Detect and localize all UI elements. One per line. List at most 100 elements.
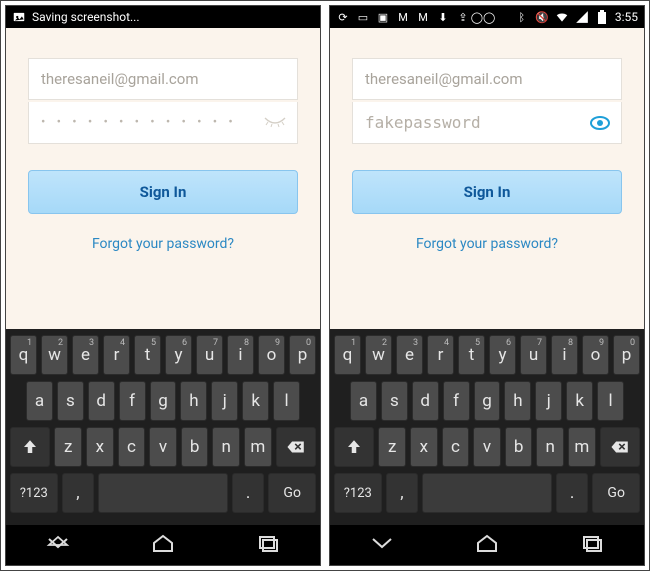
android-nav-bar [330,525,644,565]
sign-in-button[interactable]: Sign In [28,170,298,214]
key-c[interactable]: c [442,427,470,467]
status-bar: ⟳ ▭ ▣ M M ⬇ ⇪ ◯◯ ᛒ 🔇 3:55 [330,6,644,28]
key-h[interactable]: h [504,381,531,421]
eye-open-icon[interactable] [589,115,611,131]
key-j[interactable]: j [535,381,562,421]
android-nav-bar [6,525,320,565]
key-i[interactable]: 8i [227,335,254,375]
key-symbols[interactable]: ?123 [334,473,382,513]
key-d[interactable]: d [412,381,439,421]
key-period[interactable]: . [556,473,588,513]
key-y[interactable]: 6y [489,335,516,375]
key-z[interactable]: z [54,427,82,467]
key-p[interactable]: 0p [613,335,640,375]
status-text: Saving screenshot... [32,10,139,24]
key-space[interactable] [98,473,228,513]
email-field[interactable]: theresaneil@gmail.com [352,58,622,100]
key-g[interactable]: g [474,381,501,421]
key-w[interactable]: 2w [41,335,68,375]
key-k[interactable]: k [566,381,593,421]
key-v[interactable]: v [473,427,501,467]
key-u[interactable]: 7u [196,335,223,375]
key-c[interactable]: c [118,427,146,467]
key-x[interactable]: x [86,427,114,467]
sync-icon: ⟳ [336,10,350,24]
recent-icon[interactable] [255,533,281,557]
key-f[interactable]: f [443,381,470,421]
key-go[interactable]: Go [592,473,640,513]
key-s[interactable]: s [57,381,84,421]
key-u[interactable]: 7u [520,335,547,375]
key-a[interactable]: a [350,381,377,421]
key-a[interactable]: a [26,381,53,421]
key-e[interactable]: 3e [72,335,99,375]
key-o[interactable]: 9o [582,335,609,375]
key-b[interactable]: b [181,427,209,467]
password-field[interactable]: • • • • • • • • • • • • • [28,102,298,144]
key-w[interactable]: 2w [365,335,392,375]
key-s[interactable]: s [381,381,408,421]
password-masked: • • • • • • • • • • • • • [41,115,237,130]
key-n[interactable]: n [536,427,564,467]
key-v[interactable]: v [149,427,177,467]
gmail-icon: M [396,10,410,24]
key-comma[interactable]: , [386,473,418,513]
key-shift[interactable] [10,427,50,467]
eyelash-closed-icon[interactable] [263,116,287,130]
key-l[interactable]: l [597,381,624,421]
key-space[interactable] [422,473,552,513]
back-icon[interactable] [369,533,395,557]
key-h[interactable]: h [180,381,207,421]
forgot-password-link[interactable]: Forgot your password? [352,236,622,252]
key-backspace[interactable] [600,427,640,467]
back-icon[interactable] [45,533,71,557]
key-m[interactable]: m [244,427,272,467]
key-symbols[interactable]: ?123 [10,473,58,513]
key-t[interactable]: 5t [134,335,161,375]
key-comma[interactable]: , [62,473,94,513]
email-field[interactable]: theresaneil@gmail.com [28,58,298,100]
key-period[interactable]: . [232,473,264,513]
key-g[interactable]: g [150,381,177,421]
photo-icon [12,10,26,24]
key-l[interactable]: l [273,381,300,421]
key-j[interactable]: j [211,381,238,421]
key-m[interactable]: m [568,427,596,467]
key-r[interactable]: 4r [103,335,130,375]
key-r[interactable]: 4r [427,335,454,375]
key-k[interactable]: k [242,381,269,421]
key-e[interactable]: 3e [396,335,423,375]
wifi-icon [555,10,569,24]
battery-icon [595,10,609,24]
home-icon[interactable] [474,533,500,557]
tab-icon: ▭ [356,10,370,24]
key-b[interactable]: b [505,427,533,467]
sign-in-button[interactable]: Sign In [352,170,622,214]
key-z[interactable]: z [378,427,406,467]
voicemail-icon: ◯◯ [476,10,490,24]
key-y[interactable]: 6y [165,335,192,375]
img-icon: ▣ [376,10,390,24]
key-d[interactable]: d [88,381,115,421]
forgot-password-link[interactable]: Forgot your password? [28,236,298,252]
key-row-4: ?123,.Go [10,473,316,513]
key-q[interactable]: 1q [334,335,361,375]
key-p[interactable]: 0p [289,335,316,375]
key-x[interactable]: x [410,427,438,467]
key-t[interactable]: 5t [458,335,485,375]
password-field[interactable]: fakepassword [352,102,622,144]
recent-icon[interactable] [579,533,605,557]
status-time: 3:55 [615,10,638,24]
key-shift[interactable] [334,427,374,467]
key-f[interactable]: f [119,381,146,421]
key-q[interactable]: 1q [10,335,37,375]
key-n[interactable]: n [212,427,240,467]
home-icon[interactable] [150,533,176,557]
key-backspace[interactable] [276,427,316,467]
key-o[interactable]: 9o [258,335,285,375]
login-form: theresaneil@gmail.com • • • • • • • • • … [6,28,320,329]
email-value: theresaneil@gmail.com [41,70,198,88]
key-go[interactable]: Go [268,473,316,513]
key-i[interactable]: 8i [551,335,578,375]
key-row-1: 1q2w3e4r5t6y7u8i9o0p [10,335,316,375]
